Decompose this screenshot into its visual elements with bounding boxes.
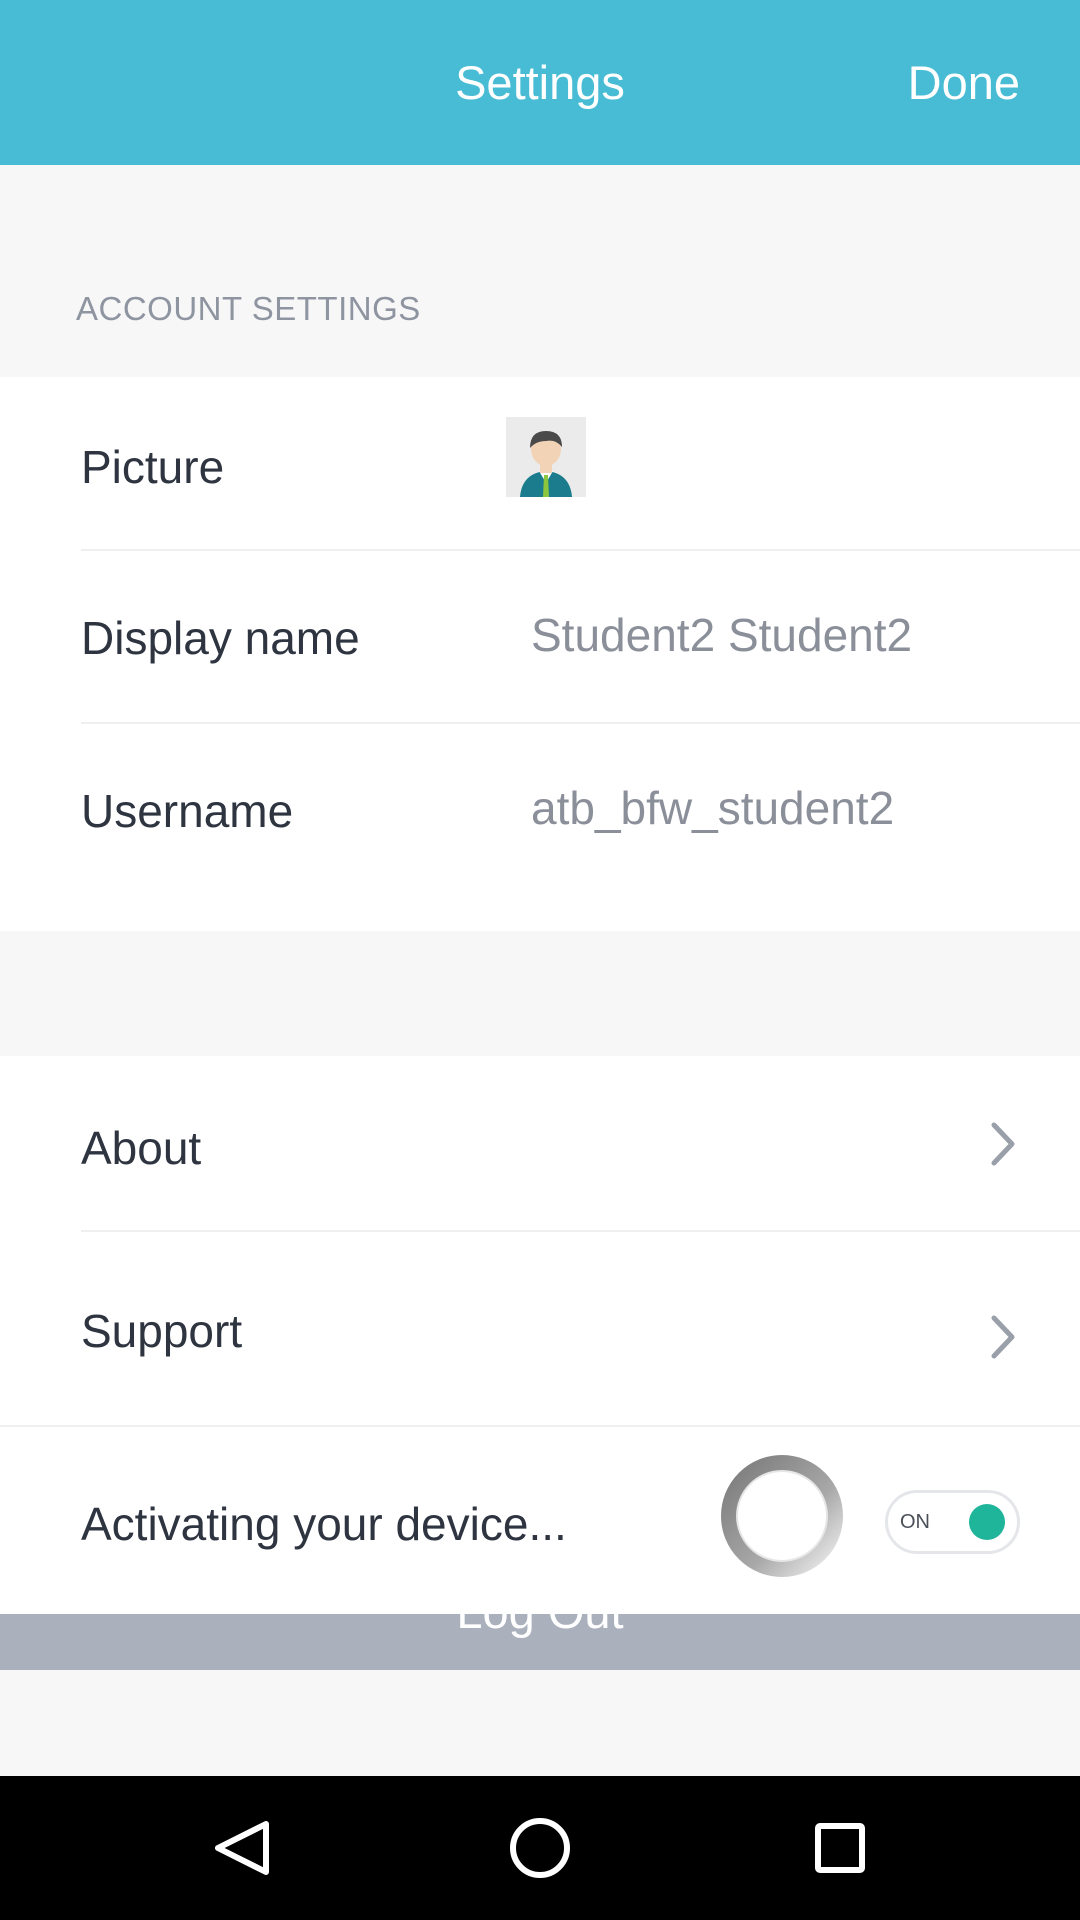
- log-out-button[interactable]: Log Out: [0, 1614, 1080, 1670]
- general-settings-card: About Support Activating your device...: [0, 1056, 1080, 1614]
- toggle-on-label: ON: [900, 1511, 930, 1533]
- system-navigation-bar: [0, 1776, 1080, 1920]
- display-name-row[interactable]: Display name Student2 Student2: [0, 551, 1080, 723]
- home-circle-icon[interactable]: [468, 1776, 612, 1920]
- username-row[interactable]: Username atb_bfw_student2: [0, 724, 1080, 931]
- chevron-right-icon: [986, 1119, 1020, 1169]
- about-row[interactable]: About: [0, 1056, 1080, 1231]
- picture-label: Picture: [81, 441, 225, 493]
- log-out-label: Log Out: [0, 1614, 1080, 1652]
- display-name-value: Student2 Student2: [531, 609, 913, 661]
- user-avatar-icon[interactable]: [506, 417, 586, 497]
- activation-toggle[interactable]: ON: [885, 1490, 1020, 1554]
- back-triangle-icon[interactable]: [168, 1776, 312, 1920]
- app-header: Settings Done: [0, 0, 1080, 165]
- recents-square-icon[interactable]: [768, 1776, 912, 1920]
- support-label: Support: [81, 1305, 243, 1357]
- picture-row[interactable]: Picture: [0, 377, 1080, 550]
- account-settings-section-label: ACCOUNT SETTINGS: [76, 290, 421, 327]
- loading-spinner-icon: [718, 1452, 846, 1580]
- username-label: Username: [81, 785, 294, 837]
- done-button[interactable]: Done: [908, 0, 1020, 165]
- about-label: About: [81, 1122, 202, 1174]
- account-settings-card: Picture Display name Student2 Student2 U…: [0, 377, 1080, 931]
- toggle-knob: [969, 1504, 1005, 1540]
- activation-status-label: Activating your device...: [81, 1498, 567, 1550]
- chevron-right-icon: [986, 1312, 1020, 1362]
- username-value: atb_bfw_student2: [531, 782, 895, 834]
- support-row[interactable]: Support: [0, 1232, 1080, 1426]
- activation-row: Activating your device... ON: [0, 1427, 1080, 1614]
- display-name-label: Display name: [81, 612, 360, 664]
